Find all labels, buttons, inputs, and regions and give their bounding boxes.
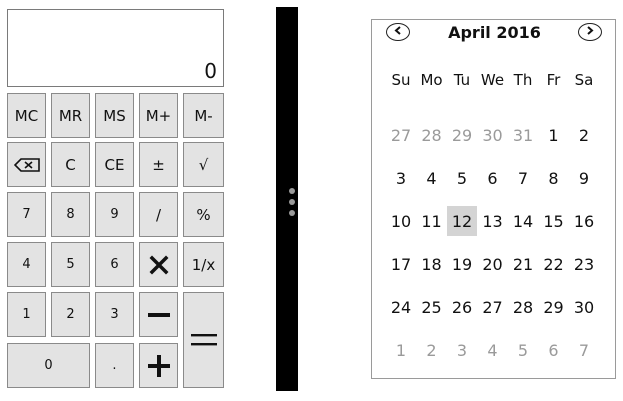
calendar-day[interactable]: 5	[447, 163, 477, 193]
calendar-day[interactable]: 24	[386, 292, 416, 322]
chevron-left-icon	[394, 26, 402, 38]
calendar-day[interactable]: 25	[417, 292, 447, 322]
calendar-day[interactable]: 17	[386, 249, 416, 279]
weekday-header: Tu	[453, 71, 471, 89]
calendar-day[interactable]: 15	[539, 206, 569, 236]
calendar-day-outside-month[interactable]: 6	[539, 335, 569, 365]
calendar-day-selected[interactable]: 12	[447, 206, 477, 236]
calendar-day-outside-month[interactable]: 2	[417, 335, 447, 365]
backspace-icon	[13, 157, 40, 172]
display-value: 0	[204, 59, 217, 83]
clear-entry-button[interactable]: CE	[95, 142, 134, 187]
weekday-header: Su	[391, 71, 411, 89]
m-plus-button[interactable]: M+	[139, 93, 178, 138]
five-button[interactable]: 5	[51, 242, 90, 287]
prev-month-button[interactable]	[386, 23, 410, 41]
calendar-day-outside-month[interactable]: 5	[508, 335, 538, 365]
calendar-day[interactable]: 3	[386, 163, 416, 193]
calendar: April 2016 Su Mo Tu We Th Fr Sa 27 28 29 30 31 1 2 3 4 5…	[371, 19, 616, 379]
mr-button[interactable]: MR	[51, 93, 90, 138]
calculator-display: 0	[7, 9, 224, 87]
calendar-day[interactable]: 27	[478, 292, 508, 322]
calendar-day[interactable]: 7	[508, 163, 538, 193]
multiply-button[interactable]	[139, 242, 178, 287]
calendar-day[interactable]: 1	[539, 120, 569, 150]
zero-button[interactable]: 0	[7, 343, 90, 388]
weekday-header: Th	[513, 71, 533, 89]
calendar-day[interactable]: 19	[447, 249, 477, 279]
backspace-button[interactable]	[7, 142, 46, 187]
calendar-day[interactable]: 16	[569, 206, 599, 236]
two-button[interactable]: 2	[51, 292, 90, 337]
four-button[interactable]: 4	[7, 242, 46, 287]
calendar-day[interactable]: 4	[417, 163, 447, 193]
calendar-day[interactable]: 2	[569, 120, 599, 150]
month-title[interactable]: April 2016	[412, 23, 577, 42]
square-root-button[interactable]: √	[183, 142, 224, 187]
calendar-day[interactable]: 18	[417, 249, 447, 279]
percent-button[interactable]: %	[183, 192, 224, 237]
calendar-day[interactable]: 30	[569, 292, 599, 322]
subtract-button[interactable]	[139, 292, 178, 337]
calendar-day[interactable]: 14	[508, 206, 538, 236]
one-button[interactable]: 1	[7, 292, 46, 337]
minus-icon	[147, 312, 170, 318]
calendar-day[interactable]: 26	[447, 292, 477, 322]
calendar-day[interactable]: 9	[569, 163, 599, 193]
calendar-day[interactable]: 23	[569, 249, 599, 279]
equals-icon	[190, 332, 217, 348]
calendar-day[interactable]: 10	[386, 206, 416, 236]
m-minus-button[interactable]: M-	[183, 93, 224, 138]
calendar-day-outside-month[interactable]: 27	[386, 120, 416, 150]
reciprocal-button[interactable]: 1/x	[183, 242, 224, 287]
multiply-icon	[149, 255, 169, 275]
mc-button[interactable]: MC	[7, 93, 46, 138]
clear-button[interactable]: C	[51, 142, 90, 187]
weekday-header: Fr	[546, 71, 561, 89]
calendar-day-outside-month[interactable]: 7	[569, 335, 599, 365]
weekday-header: Mo	[420, 71, 443, 89]
divide-button[interactable]: /	[139, 192, 178, 237]
calendar-day[interactable]: 20	[478, 249, 508, 279]
calendar-day[interactable]: 29	[539, 292, 569, 322]
next-month-button[interactable]	[578, 23, 602, 41]
calendar-day[interactable]: 6	[478, 163, 508, 193]
calendar-day-outside-month[interactable]: 31	[508, 120, 538, 150]
calendar-day-outside-month[interactable]: 29	[447, 120, 477, 150]
calendar-day[interactable]: 22	[539, 249, 569, 279]
three-button[interactable]: 3	[95, 292, 134, 337]
plus-minus-button[interactable]: ±	[139, 142, 178, 187]
calendar-day[interactable]: 21	[508, 249, 538, 279]
seven-button[interactable]: 7	[7, 192, 46, 237]
resize-grip-icon[interactable]	[287, 188, 297, 216]
calendar-day-outside-month[interactable]: 1	[386, 335, 416, 365]
calendar-day-outside-month[interactable]: 3	[447, 335, 477, 365]
equals-button[interactable]	[183, 292, 224, 388]
calendar-day-outside-month[interactable]: 28	[417, 120, 447, 150]
plus-icon	[147, 354, 170, 377]
calendar-day[interactable]: 28	[508, 292, 538, 322]
decimal-button[interactable]: .	[95, 343, 134, 388]
nine-button[interactable]: 9	[95, 192, 134, 237]
calendar-day[interactable]: 8	[539, 163, 569, 193]
six-button[interactable]: 6	[95, 242, 134, 287]
weekday-header: Sa	[574, 71, 594, 89]
chevron-right-icon	[586, 26, 594, 38]
weekday-header: We	[480, 71, 505, 89]
calendar-day[interactable]: 13	[478, 206, 508, 236]
eight-button[interactable]: 8	[51, 192, 90, 237]
calendar-day[interactable]: 11	[417, 206, 447, 236]
ms-button[interactable]: MS	[95, 93, 134, 138]
calendar-day-outside-month[interactable]: 4	[478, 335, 508, 365]
calendar-day-outside-month[interactable]: 30	[478, 120, 508, 150]
add-button[interactable]	[139, 343, 178, 388]
